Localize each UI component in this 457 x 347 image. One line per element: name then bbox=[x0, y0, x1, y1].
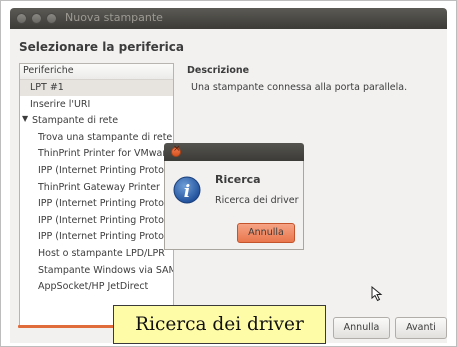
close-window-button[interactable] bbox=[16, 13, 27, 24]
device-list-item-label: IPP (Internet Printing Protocol) bbox=[38, 231, 174, 243]
description-label: Descrizione bbox=[187, 65, 250, 76]
dialog-titlebar[interactable] bbox=[164, 143, 304, 161]
device-list-item[interactable]: Trova una stampante di rete bbox=[20, 130, 173, 146]
maximize-window-button[interactable] bbox=[46, 13, 57, 24]
device-list-item[interactable]: Host o stampante LPD/LPR bbox=[20, 246, 173, 262]
dialog-heading: Ricerca bbox=[215, 173, 261, 186]
device-list-item[interactable]: Stampante Windows via SAMBA bbox=[20, 263, 173, 279]
dialog-cancel-button[interactable]: Annulla bbox=[237, 223, 295, 243]
minimize-window-button[interactable] bbox=[31, 13, 42, 24]
device-list-header[interactable]: Periferiche bbox=[20, 64, 173, 80]
window-titlebar[interactable]: Nuova stampante bbox=[10, 8, 447, 29]
device-list-item[interactable]: ThinPrint Printer for VMware bbox=[20, 146, 173, 162]
device-list-item-label: Trova una stampante di rete bbox=[38, 131, 173, 143]
device-list-item-label: Host o stampante LPD/LPR bbox=[38, 248, 165, 259]
window-title: Nuova stampante bbox=[65, 11, 163, 24]
device-list-item-label: AppSocket/HP JetDirect bbox=[38, 281, 149, 293]
device-list-item[interactable]: IPP (Internet Printing Protocol) bbox=[20, 196, 174, 212]
device-list-item-label: IPP (Internet Printing Protocol) bbox=[38, 165, 174, 176]
device-list-header-label: Periferiche bbox=[23, 65, 74, 76]
page-title: Selezionare la periferica bbox=[19, 40, 184, 54]
device-list-item[interactable]: IPP (Internet Printing Protocol) bbox=[20, 163, 174, 179]
dialog-message: Ricerca dei driver bbox=[215, 195, 299, 206]
device-list-item[interactable]: ThinPrint Gateway Printer bbox=[20, 180, 173, 196]
device-list-item-label: Stampante Windows via SAMBA bbox=[38, 264, 173, 276]
dialog-close-icon[interactable] bbox=[171, 144, 181, 157]
mouse-pointer-icon bbox=[371, 286, 383, 302]
svg-text:i: i bbox=[184, 182, 190, 202]
device-list-item[interactable]: IPP (Internet Printing Protocol) bbox=[20, 213, 174, 229]
device-list-item-label: LPT #1 bbox=[30, 82, 64, 93]
device-list-item[interactable]: LPT #1 bbox=[20, 80, 173, 96]
next-button[interactable]: Avanti bbox=[395, 317, 447, 339]
caption-callout: Ricerca dei driver bbox=[113, 305, 326, 344]
device-list-item[interactable]: IPP (Internet Printing Protocol) bbox=[20, 229, 174, 245]
device-list-item[interactable]: Inserire l'URI bbox=[20, 97, 173, 113]
device-list-item-label: IPP (Internet Printing Protocol) bbox=[38, 198, 174, 210]
device-list-item-label: Inserire l'URI bbox=[30, 98, 91, 110]
device-list[interactable]: Periferiche LPT #1 Inserire l'URI ▼ Stampan… bbox=[19, 63, 174, 327]
device-list-item-label: Stampante di rete bbox=[32, 115, 119, 127]
device-list-item-label: ThinPrint Printer for VMware bbox=[38, 148, 172, 160]
device-list-item-label: ThinPrint Gateway Printer bbox=[38, 181, 160, 193]
device-list-item[interactable]: AppSocket/HP JetDirect bbox=[20, 279, 173, 295]
cancel-button[interactable]: Annulla bbox=[333, 317, 390, 339]
description-text: Una stampante connessa alla porta parall… bbox=[191, 82, 408, 93]
info-icon: i bbox=[173, 176, 201, 204]
expander-triangle-icon[interactable]: ▼ bbox=[22, 114, 28, 123]
device-list-item-label: IPP (Internet Printing Protocol) bbox=[38, 214, 174, 226]
device-list-item[interactable]: ▼ Stampante di rete bbox=[20, 113, 173, 129]
